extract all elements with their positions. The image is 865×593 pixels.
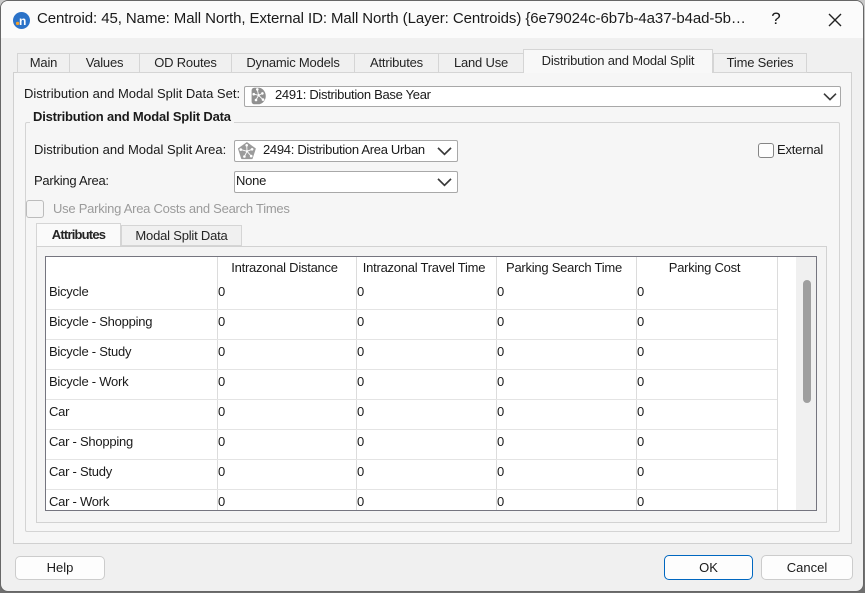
svg-text:n: n bbox=[19, 14, 26, 28]
